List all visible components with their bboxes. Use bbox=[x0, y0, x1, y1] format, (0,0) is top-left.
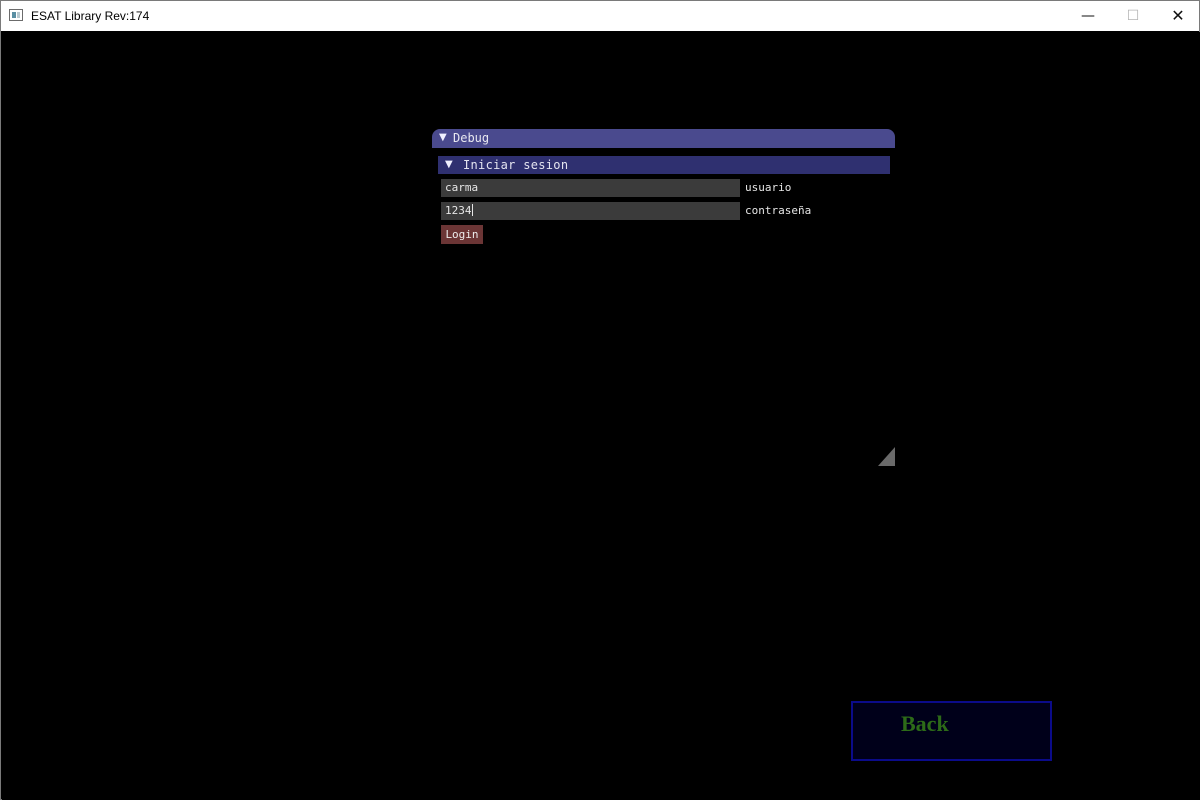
resize-grip-icon[interactable] bbox=[878, 447, 895, 466]
debug-panel: ▼ Debug ▼ Iniciar sesion carma usuario 1… bbox=[432, 129, 895, 466]
password-value: 1234 bbox=[445, 204, 472, 217]
section-collapse-arrow-icon: ▼ bbox=[445, 159, 453, 170]
collapse-arrow-icon[interactable]: ▼ bbox=[439, 132, 447, 144]
login-section-header[interactable]: ▼ Iniciar sesion bbox=[438, 156, 890, 174]
username-value: carma bbox=[445, 181, 479, 194]
debug-panel-title: Debug bbox=[453, 131, 490, 145]
canvas-area: ▼ Debug ▼ Iniciar sesion carma usuario 1… bbox=[2, 32, 1200, 800]
text-caret bbox=[471, 204, 473, 216]
back-button-label: Back bbox=[901, 711, 949, 736]
window-title: ESAT Library Rev:174 bbox=[31, 9, 150, 23]
password-label: contraseña bbox=[745, 204, 812, 217]
app-window-icon bbox=[9, 9, 23, 21]
close-button[interactable]: ✕ bbox=[1155, 1, 1200, 31]
password-input[interactable]: 1234 bbox=[441, 202, 740, 220]
debug-panel-titlebar[interactable]: ▼ Debug bbox=[432, 129, 895, 148]
minimize-button[interactable]: — bbox=[1065, 1, 1111, 31]
back-button[interactable]: Back bbox=[851, 701, 1052, 761]
login-section-title: Iniciar sesion bbox=[463, 158, 569, 172]
username-label: usuario bbox=[745, 181, 792, 194]
window-titlebar[interactable]: ESAT Library Rev:174 — ☐ ✕ bbox=[1, 1, 1199, 31]
username-input[interactable]: carma bbox=[441, 179, 740, 197]
maximize-button[interactable]: ☐ bbox=[1110, 1, 1156, 31]
login-button[interactable]: Login bbox=[441, 225, 483, 244]
app-window: ESAT Library Rev:174 — ☐ ✕ ▼ Debug ▼ Ini… bbox=[0, 0, 1200, 800]
